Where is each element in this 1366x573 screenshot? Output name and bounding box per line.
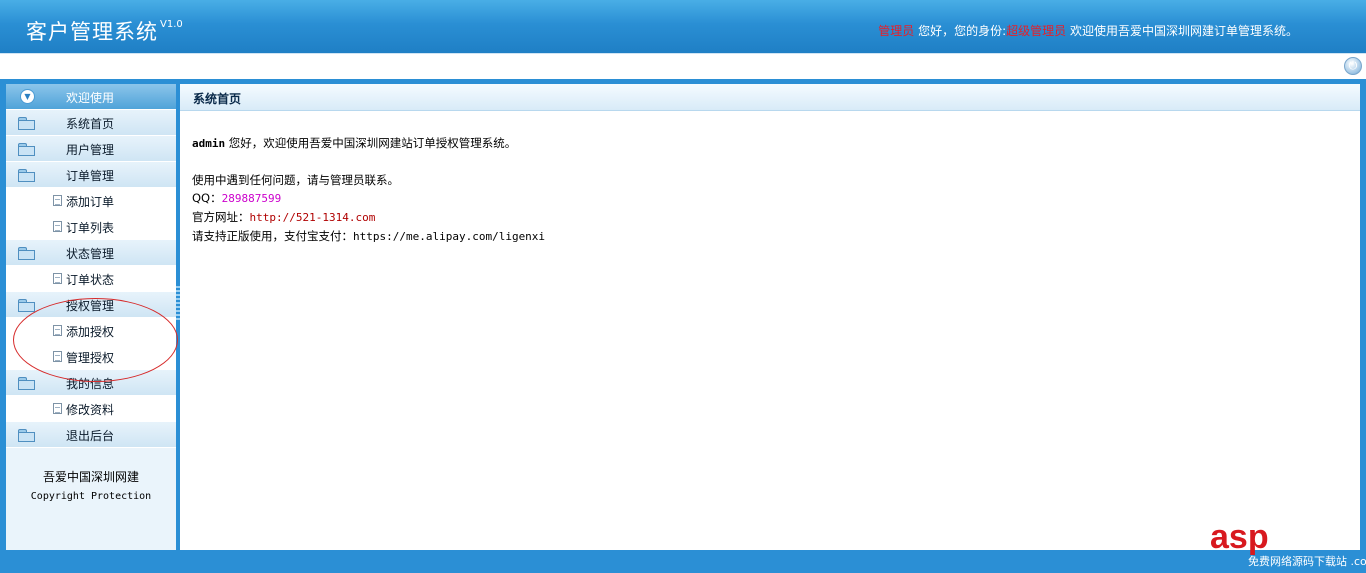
folder-icon [18,377,35,390]
site-line: 官方网址：http://521-1314.com [192,208,545,227]
sidebar-item-label: 用户管理 [66,143,115,157]
watermark-tagline: 免费网络源码下载站 .com [1248,555,1366,568]
sidebar-item-label: 订单状态 [66,273,115,287]
pay-link[interactable]: https://me.alipay.com/ligenxi [353,230,545,243]
sidebar-item[interactable]: 订单列表 [6,214,176,240]
document-icon [53,273,62,284]
sidebar-item[interactable]: 添加订单 [6,188,176,214]
version-label: V1.0 [160,19,183,30]
intro-line: admin 您好，欢迎使用吾爱中国深圳网建站订单授权管理系统。 [192,134,545,153]
site-label: 官方网址： [192,210,250,224]
intro-text: 您好，欢迎使用吾爱中国深圳网建站订单授权管理系统。 [225,136,517,150]
folder-icon [18,429,35,442]
sidebar-footer-copyright: Copyright Protection [30,491,152,502]
app-title: 客户管理系统 V1.0 [26,19,183,44]
page-title: 系统首页 [193,92,242,106]
watermark-brand-white: ku [1280,516,1316,549]
document-icon [53,221,62,232]
sidebar-item[interactable]: 修改资料 [6,396,176,422]
sidebar-item-label: 添加订单 [66,195,115,209]
watermark: asp ku 免费网络源码下载站 .com [1190,516,1366,568]
power-icon[interactable]: ⏻ [1344,57,1362,75]
pay-label: 请支持正版使用，支付宝支付： [192,229,353,243]
document-icon [53,403,62,414]
welcome-message: 管理员 您好，您的身份:超级管理员 欢迎使用吾爱中国深圳网建订单管理系统。 [878,22,1298,39]
qq-value: 289887599 [221,192,282,205]
header-bar: 客户管理系统 V1.0 管理员 您好，您的身份:超级管理员 欢迎使用吾爱中国深圳网… [0,0,1366,53]
username: admin [192,137,226,150]
folder-icon [18,143,35,156]
sidebar-item-label: 欢迎使用 [66,91,115,105]
main-content: 系统首页 admin 您好，欢迎使用吾爱中国深圳网建站订单授权管理系统。 使用中… [180,84,1360,550]
folder-icon [18,247,35,260]
footer-bar [0,550,1366,573]
toolbar: ⏻ [0,53,1366,79]
qq-line: QQ：289887599 [192,189,545,208]
welcome-text: 欢迎使用吾爱中国深圳网建订单管理系统。 [1069,24,1298,38]
user-role: 管理员 [878,24,915,38]
watermark-brand-red: asp [1210,518,1269,556]
highlight-annotation [13,298,178,382]
sidebar-item-label: 系统首页 [66,117,115,131]
content-title-bar: 系统首页 [180,84,1360,111]
pay-line: 请支持正版使用，支付宝支付：https://me.alipay.com/lige… [192,227,545,246]
sidebar-item[interactable]: 用户管理 [6,136,176,162]
sidebar-item[interactable]: 状态管理 [6,240,176,266]
sidebar-item[interactable]: 退出后台 [6,422,176,448]
folder-icon [18,299,35,312]
site-link[interactable]: http://521-1314.com [250,211,376,224]
sidebar-item[interactable]: 订单管理 [6,162,176,188]
folder-icon [18,169,35,182]
right-border [1360,84,1366,550]
sidebar-item-label: 状态管理 [66,247,115,261]
sidebar-item[interactable]: 订单状态 [6,266,176,292]
sidebar-footer-company: 吾爱中国深圳网建 [42,470,139,484]
sidebar-item-label: 订单列表 [66,221,115,235]
chevron-down-icon: ▼ [20,89,35,104]
identity-text: 超级管理员 [1006,24,1067,38]
folder-icon [18,117,35,130]
content-body: admin 您好，欢迎使用吾爱中国深圳网建站订单授权管理系统。 使用中遇到任何问… [192,134,545,246]
sidebar-item[interactable]: 系统首页 [6,110,176,136]
greeting-text: 您好，您的身份: [918,24,1007,38]
document-icon [53,195,62,206]
qq-label: QQ： [192,191,222,205]
sidebar-footer: 吾爱中国深圳网建 Copyright Protection [6,468,176,502]
sidebar-item[interactable]: ▼ 欢迎使用 [6,84,176,110]
sidebar-item-label: 退出后台 [66,429,115,443]
sidebar-item-label: 订单管理 [66,169,115,183]
sidebar-item-label: 修改资料 [66,403,115,417]
help-text: 使用中遇到任何问题，请与管理员联系。 [192,173,399,187]
